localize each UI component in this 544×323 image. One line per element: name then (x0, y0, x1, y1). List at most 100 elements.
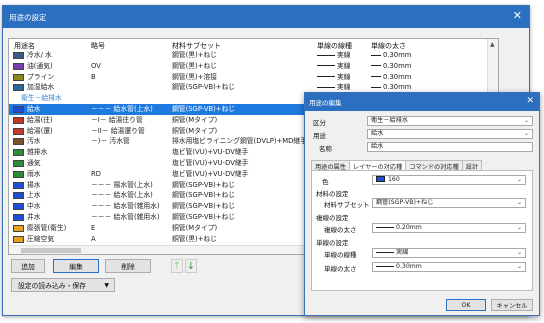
color-swatch (13, 84, 24, 92)
scroll-thumb[interactable] (21, 248, 81, 253)
move-up-icon[interactable]: ↑ (171, 259, 183, 273)
tab-command[interactable]: コマンドの対応種 (405, 160, 463, 171)
usage-linetype: 実線 (317, 50, 377, 61)
close-icon[interactable]: ✕ (513, 10, 522, 22)
line-sample (376, 265, 394, 267)
dialog-close-icon[interactable]: ✕ (526, 96, 534, 106)
usage-name: 井水 (27, 212, 41, 221)
material-subset-select[interactable]: 鋼管(SGP-VB)+ねじ ⌄ (372, 198, 526, 208)
dialog-tabs: 用途の属性 レイヤーの対応種 コマンドの対応種 設計 (311, 160, 483, 171)
usage-name: 給湯(往) (27, 115, 53, 124)
dialog-title-bar: 用途の編集 (305, 93, 539, 111)
usage-material: 鋼管(黒)+ねじ (172, 61, 217, 70)
usage-abbr: OV (91, 61, 101, 70)
line-sample (317, 86, 335, 88)
group-label: 衛生－給排水 (21, 94, 62, 103)
chevron-down-icon: ⌄ (516, 249, 522, 256)
delete-button[interactable]: 削除 (105, 259, 151, 273)
usage-linetype: 実線 (317, 72, 377, 83)
dual-size-label: 複線の太さ (324, 226, 357, 234)
color-swatch (13, 192, 24, 200)
usage-abbr: RD (91, 169, 101, 178)
usage-abbr: E (91, 223, 96, 232)
usage-abbr: －－－ 給水管(上水) (91, 191, 153, 200)
usage-value: 給水 (371, 130, 384, 137)
linetype-text: 実線 (337, 83, 351, 92)
color-swatch (376, 176, 385, 182)
list-item[interactable]: 冷水/ 水 鋼管(黒)+ねじ 実線 0.30mm (9, 50, 498, 61)
single-size-select[interactable]: 0.30mm ⌄ (372, 262, 526, 272)
line-sample (371, 65, 381, 67)
dual-size-select[interactable]: 0.20mm ⌄ (372, 223, 526, 233)
edit-button[interactable]: 編集 (53, 259, 99, 273)
category-select[interactable]: 衛生－給排水 ⌄ (367, 116, 533, 126)
single-type-select[interactable]: 実線 ⌄ (372, 248, 526, 258)
line-sample (317, 76, 335, 78)
add-button[interactable]: 追加 (11, 259, 45, 273)
line-sample (317, 65, 335, 67)
usage-name: 汚水 (27, 137, 41, 146)
usage-name: 中水 (27, 202, 41, 211)
cancel-button[interactable]: キャンセル (491, 299, 533, 311)
single-type-label: 単線の線種 (324, 251, 357, 259)
usage-name: 揚水 (27, 180, 41, 189)
chevron-down-icon: ⌄ (516, 176, 522, 183)
dual-size-value: 0.20mm (396, 224, 422, 231)
color-swatch (13, 73, 24, 81)
color-swatch (13, 203, 24, 211)
move-down-icon[interactable]: ↓ (185, 259, 197, 273)
list-item[interactable]: プライン B 鋼管(黒)+溶接 実線 0.30mm (9, 72, 498, 83)
usage-name: プライン (27, 72, 55, 81)
usage-name: 冷水/ 水 (27, 51, 52, 59)
tab-layer[interactable]: レイヤーの対応種 (348, 160, 407, 171)
color-swatch (13, 224, 24, 232)
color-swatch (13, 213, 24, 221)
usage-material: 鋼管(SGP-VB)+ねじ (172, 202, 236, 211)
tab-design[interactable]: 設計 (461, 160, 483, 171)
color-swatch (13, 52, 24, 59)
color-swatch (13, 62, 24, 70)
list-item[interactable]: 油(通気) OV 鋼管(黒)+ねじ 実線 0.30mm (9, 61, 498, 72)
single-size-label: 単線の太さ (324, 265, 357, 273)
usage-material: 塩ビ管(VU)+VU-DV継手 (172, 158, 249, 167)
usage-name: 圧縮空気 (27, 234, 55, 243)
load-save-settings-button[interactable]: 設定の読み込み・保存 ▼ (11, 278, 115, 292)
dialog-title: 用途の編集 (309, 99, 342, 107)
usage-abbr: －I－ 給湯往り管 (91, 115, 143, 124)
line-sample (371, 54, 381, 56)
name-label: 名称 (319, 145, 332, 153)
color-select[interactable]: 160 ⌄ (372, 175, 526, 185)
usage-material: 銅管(黒)+ねじ (172, 234, 217, 243)
usage-name: 上水 (27, 191, 41, 200)
tab-attributes[interactable]: 用途の属性 (311, 160, 350, 171)
load-save-label: 設定の読み込み・保存 (18, 282, 86, 290)
usage-material: 鋼管(黒)+溶接 (172, 72, 217, 81)
ok-button[interactable]: OK (446, 299, 486, 311)
usage-abbr: －－－ 給水管(上水) (91, 104, 153, 113)
usage-edit-dialog: 用途の編集 ✕ 区分 衛生－給排水 ⌄ 用途 給水 ⌄ 名称 給水 用途の属性 レイ… (304, 92, 540, 316)
material-section-label: 材料の設定 (316, 190, 349, 198)
usage-abbr: B (91, 72, 96, 81)
usage-abbr: －－－ 給水管(雑用水) (91, 202, 160, 211)
usage-material: 鋼管(SGP-VB)+ねじ (172, 104, 236, 113)
usage-material: 塩ビ管(VU)+VU-DV継手 (172, 148, 249, 157)
name-field[interactable]: 給水 (367, 142, 533, 152)
usage-select[interactable]: 給水 ⌄ (367, 129, 533, 139)
color-swatch (13, 116, 24, 124)
usage-name: 給湯(還) (27, 126, 53, 135)
linetype-text: 実線 (337, 72, 351, 81)
color-label: 色 (322, 178, 329, 186)
usage-material: 鋼管(SGP-VB)+ねじ (172, 191, 236, 200)
usage-name: 油(通気) (27, 61, 53, 70)
usage-abbr: －－－ 給水管(雑用水) (91, 212, 160, 221)
line-sample (371, 76, 381, 78)
usage-material: 銅管(Mタイプ) (172, 126, 218, 135)
usage-name: 通気 (27, 158, 41, 167)
material-subset-label: 材料サブセット (324, 201, 370, 209)
color-swatch (13, 235, 24, 243)
line-sample (317, 54, 335, 56)
scroll-up-icon[interactable]: ▲ (490, 41, 495, 48)
chevron-down-icon: ⌄ (523, 117, 529, 124)
usage-material: 鋼管(SGP-VB)+ねじ (172, 180, 236, 189)
color-swatch (13, 127, 24, 135)
